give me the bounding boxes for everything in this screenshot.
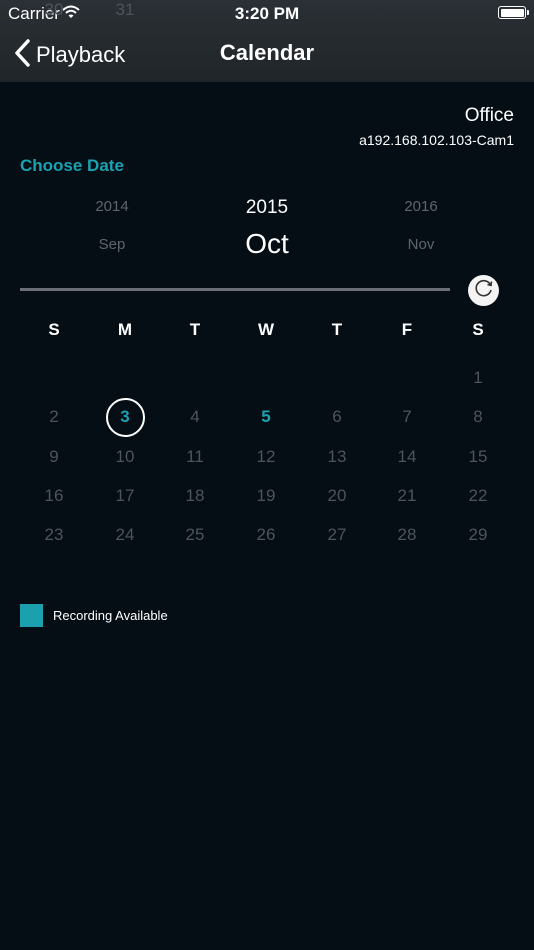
calendar-day[interactable]: 16 [24, 486, 84, 506]
calendar-day[interactable]: 13 [307, 447, 367, 467]
calendar-day[interactable]: 24 [95, 525, 155, 545]
calendar-day[interactable]: 1 [448, 368, 508, 388]
weekday-label: M [117, 320, 133, 339]
weekday-label: S [472, 320, 484, 339]
calendar-day[interactable]: 19 [236, 486, 296, 506]
calendar-day[interactable]: 9 [24, 447, 84, 467]
calendar-day[interactable]: 28 [377, 525, 437, 545]
calendar-day[interactable]: 12 [236, 447, 296, 467]
legend: Recording Available [20, 604, 168, 627]
calendar-day[interactable]: 17 [95, 486, 155, 506]
weekday-label: F [401, 320, 413, 339]
calendar-day[interactable]: 25 [165, 525, 225, 545]
camera-site-name: Office [464, 105, 514, 126]
calendar-day[interactable]: 18 [165, 486, 225, 506]
year-prev[interactable]: 2014 [52, 198, 172, 215]
weekday-label: T [331, 320, 343, 339]
calendar-day[interactable]: 22 [448, 486, 508, 506]
year-current: 2015 [245, 197, 289, 218]
divider-line [20, 288, 450, 291]
legend-label: Recording Available [53, 608, 168, 623]
calendar-day[interactable]: 23 [24, 525, 84, 545]
choose-date-label: Choose Date [20, 156, 124, 175]
calendar-day[interactable]: 7 [377, 407, 437, 427]
calendar-day[interactable]: 11 [165, 447, 225, 467]
calendar-day[interactable]: 5 [236, 407, 296, 427]
legend-swatch [20, 604, 43, 627]
page-title: Calendar [219, 40, 315, 65]
calendar-day[interactable]: 30 [24, 0, 84, 20]
month-prev[interactable]: Sep [52, 236, 172, 253]
weekday-label: W [257, 320, 275, 339]
calendar-day[interactable]: 27 [307, 525, 367, 545]
camera-name: a192.168.102.103-Cam1 [359, 132, 514, 148]
camera-info: Office a192.168.102.103-Cam1 [359, 105, 514, 149]
calendar-day[interactable]: 3 [95, 407, 155, 427]
calendar-day[interactable]: 4 [165, 407, 225, 427]
battery-icon [498, 6, 529, 19]
calendar-day[interactable]: 15 [448, 447, 508, 467]
month-current: Oct [245, 228, 289, 259]
calendar-day[interactable]: 2 [24, 407, 84, 427]
calendar-day[interactable]: 8 [448, 407, 508, 427]
calendar-day[interactable]: 20 [307, 486, 367, 506]
year-next[interactable]: 2016 [361, 198, 481, 215]
weekday-label: S [48, 320, 60, 339]
weekday-label: T [189, 320, 201, 339]
calendar-day[interactable]: 31 [95, 0, 155, 20]
refresh-button[interactable] [468, 275, 499, 306]
calendar-day[interactable]: 21 [377, 486, 437, 506]
month-next[interactable]: Nov [361, 236, 481, 253]
refresh-icon [473, 277, 495, 304]
calendar-day[interactable]: 6 [307, 407, 367, 427]
calendar-day[interactable]: 29 [448, 525, 508, 545]
calendar-day[interactable]: 10 [95, 447, 155, 467]
calendar-day[interactable]: 14 [377, 447, 437, 467]
calendar-day[interactable]: 26 [236, 525, 296, 545]
